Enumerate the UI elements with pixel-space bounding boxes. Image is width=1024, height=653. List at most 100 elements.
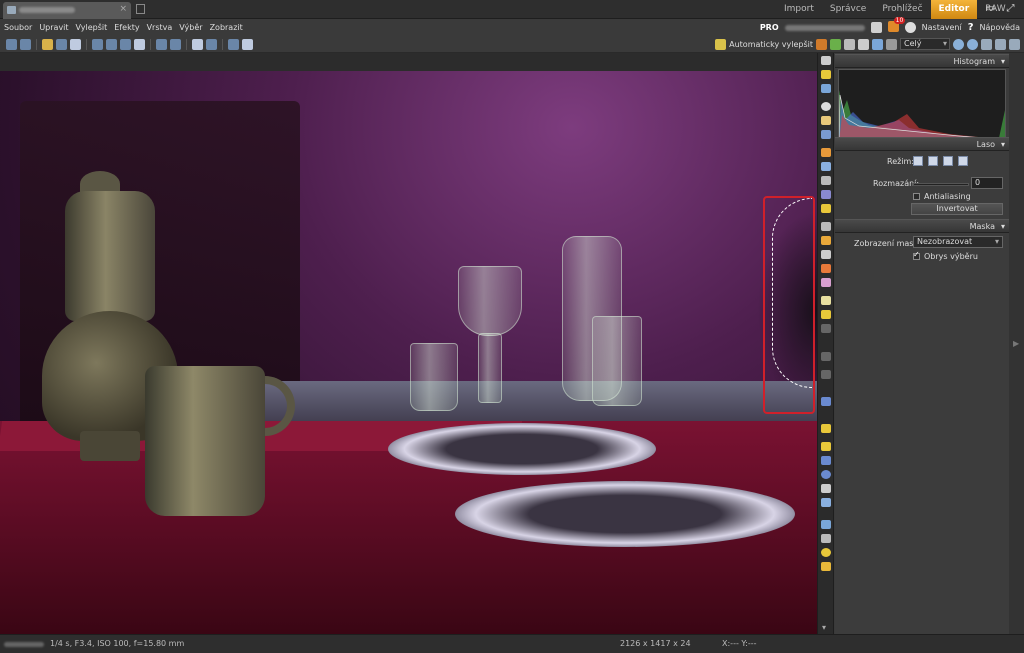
zoom-select[interactable]: Celý [900,38,950,50]
monitor-icon[interactable]: ▭ [984,3,997,15]
tool-folder-icon[interactable] [821,442,831,451]
tool-pencil-icon[interactable] [821,424,831,433]
tool-perspective-icon[interactable] [821,190,831,199]
tool-ellipse-select-icon[interactable] [821,222,831,231]
menu-view[interactable]: Zobrazit [210,23,243,32]
blur-slider[interactable] [913,183,969,186]
zoom-out-icon[interactable] [967,38,978,50]
save-icon[interactable] [56,39,67,50]
tool-shape-icon[interactable] [821,352,831,361]
tool-gradient-icon[interactable] [821,324,831,333]
forward-icon[interactable] [20,39,31,50]
tool-pin-icon[interactable] [821,56,831,65]
tool-filmstrip-icon[interactable] [821,534,831,543]
actual-size-icon[interactable] [995,38,1006,50]
split-view-icon[interactable] [242,39,253,50]
tool-layers-icon[interactable] [821,484,831,493]
tool-magic-wand-icon[interactable] [821,250,831,259]
tool-rectangle-select-icon[interactable] [821,204,831,213]
antialiasing-checkbox[interactable] [913,193,920,200]
image-canvas[interactable] [0,53,817,634]
invert-button[interactable]: Invertovat [911,203,1003,215]
tool-exposure-icon[interactable] [821,148,831,157]
compare-icon[interactable] [206,39,217,50]
menu-enhance[interactable]: Vylepšit [76,23,108,32]
mask-display-select[interactable]: Nezobrazovat [913,236,1003,248]
mode-editor[interactable]: Editor [930,0,978,19]
menu-layer[interactable]: Vrstva [147,23,173,32]
blur-value-field[interactable]: 0 [971,177,1003,189]
settings-link[interactable]: Nastavení [922,23,962,32]
fit-icon[interactable] [981,38,992,50]
help-icon[interactable]: ? [968,22,974,33]
print-preview-icon[interactable] [886,38,897,50]
tool-eraser-icon[interactable] [821,296,831,305]
histogram-header[interactable]: Histogram ▾ [835,54,1009,68]
cart-icon[interactable] [870,22,882,33]
single-view-icon[interactable] [228,39,239,50]
tool-bucket-icon[interactable] [821,310,831,319]
mask-header[interactable]: Maska ▾ [835,219,1009,233]
tool-quick-fix-icon[interactable] [821,70,831,79]
new-icon[interactable] [134,39,145,50]
mode-new-selection-icon[interactable] [913,156,923,166]
tool-image-icon[interactable] [821,84,831,93]
menu-edit[interactable]: Upravit [39,23,68,32]
back-icon[interactable] [6,39,17,50]
tool-line-icon[interactable] [821,498,831,507]
selection-outline-checkbox[interactable] [913,250,920,260]
paste-icon[interactable] [106,39,117,50]
lasso-header[interactable]: Laso ▾ [835,137,1009,151]
mode-add-selection-icon[interactable] [928,156,938,166]
copy-icon[interactable] [92,39,103,50]
photo-goblet [458,266,522,336]
tool-frame-icon[interactable] [821,456,831,465]
tool-brush-select-icon[interactable] [821,264,831,273]
fullscreen-icon[interactable]: ⤢ [1004,3,1017,15]
tool-rotate-icon[interactable] [821,176,831,185]
color-icon[interactable] [830,38,841,50]
notifications[interactable]: 10 [887,16,906,35]
mode-manager[interactable]: Správce [822,0,874,19]
tool-paint-icon[interactable] [821,278,831,287]
account-email-redacted[interactable] [784,24,865,31]
layout-icon[interactable] [192,39,203,50]
undo-icon[interactable] [156,39,167,50]
mode-intersect-selection-icon[interactable] [958,156,968,166]
new-tab-icon[interactable] [136,4,145,14]
tool-sun-icon[interactable] [821,548,831,557]
tool-hand-icon[interactable] [821,116,831,125]
print-icon[interactable] [70,39,81,50]
redo-icon[interactable] [170,39,181,50]
tool-clone-icon[interactable] [821,397,831,406]
menu-effects[interactable]: Efekty [114,23,139,32]
mode-subtract-selection-icon[interactable] [943,156,953,166]
image-icon[interactable] [872,38,883,50]
auto-enhance-button[interactable]: Automaticky vylepšit [715,38,813,50]
rotate-icon[interactable] [816,38,827,50]
fullscreen-view-icon[interactable] [1009,38,1020,50]
help-link[interactable]: Nápověda [980,23,1021,32]
tool-circle-icon[interactable] [821,470,831,479]
zoom-in-icon[interactable] [953,38,964,50]
tool-text-icon[interactable] [821,370,831,379]
duplicate-icon[interactable] [120,39,131,50]
tool-zoom-icon[interactable] [821,102,831,111]
sharpen-icon[interactable] [844,38,855,50]
selection-outline-label: Obrys výběru [924,252,978,261]
tool-effects-icon[interactable] [821,562,831,571]
menu-selection[interactable]: Výběr [179,23,202,32]
tool-level-icon[interactable] [821,162,831,171]
panel-collapse-edge[interactable]: ▶ [1009,53,1024,634]
tool-crop-icon[interactable] [821,130,831,139]
document-tab[interactable]: × [3,2,131,19]
scroll-down-icon[interactable]: ▾ [822,623,826,632]
open-folder-icon[interactable] [42,39,53,50]
tool-landscape-icon[interactable] [821,520,831,529]
menu-file[interactable]: Soubor [4,23,32,32]
mode-import[interactable]: Import [776,0,822,19]
gear-icon[interactable] [904,22,916,33]
close-tab-icon[interactable]: × [119,4,127,14]
tool-lasso-icon[interactable] [821,236,831,245]
triangle-icon[interactable] [858,38,869,50]
